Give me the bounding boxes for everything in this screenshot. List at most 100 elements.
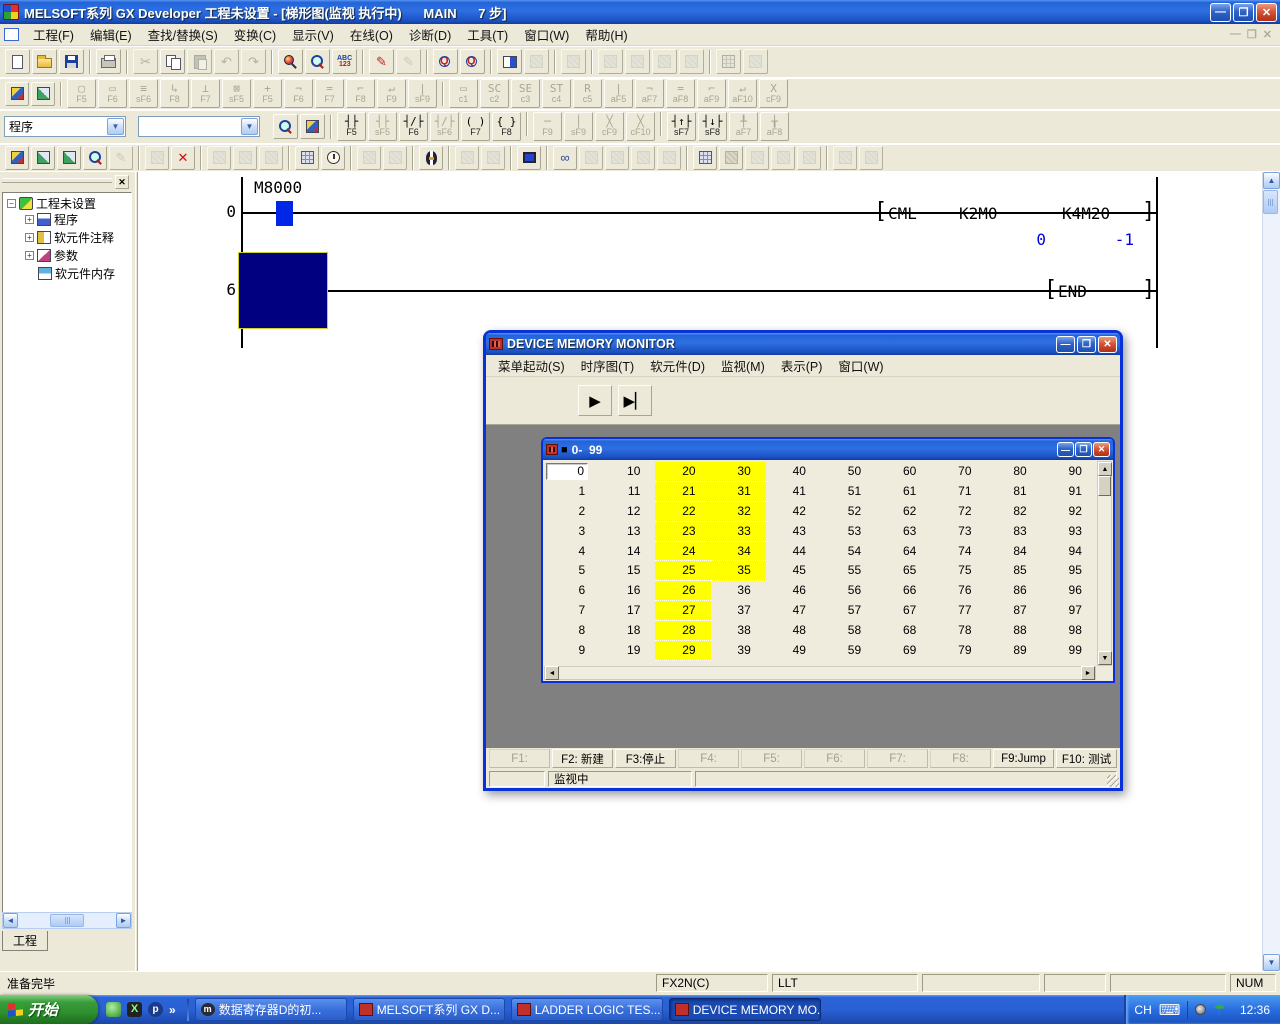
device-cell-75[interactable]: 75 [931, 561, 986, 581]
taskbar-item-1[interactable]: MELSOFT系列 GX D... [353, 998, 505, 1021]
open-contact-button[interactable]: ┤├F5 [337, 112, 366, 141]
volume-icon[interactable] [1195, 1004, 1206, 1015]
scroll-right-icon[interactable]: ► [116, 913, 131, 928]
device-cell-96[interactable]: 96 [1042, 581, 1097, 601]
device-cell-40[interactable]: 40 [766, 462, 821, 482]
transfer-setup-button[interactable] [497, 49, 522, 74]
device-cell-64[interactable]: 64 [876, 542, 931, 562]
device-cell-27[interactable]: 27 [655, 601, 710, 621]
device-range-titlebar[interactable]: ■ 0- 99 ― ❐ ✕ [543, 439, 1113, 460]
restore-button[interactable]: ❐ [1233, 3, 1254, 22]
device-cell-52[interactable]: 52 [821, 502, 876, 522]
device-cell-99[interactable]: 99 [1042, 641, 1097, 661]
device-cell-92[interactable]: 92 [1042, 502, 1097, 522]
contact-m8000-energized[interactable] [276, 201, 293, 226]
device-cell-49[interactable]: 49 [766, 641, 821, 661]
device-cell-62[interactable]: 62 [876, 502, 931, 522]
device-cell-71[interactable]: 71 [931, 482, 986, 502]
monitor-menu-item-2[interactable]: 软元件(D) [642, 354, 713, 377]
device-cell-26[interactable]: 26 [655, 581, 710, 601]
device-cell-59[interactable]: 59 [821, 641, 876, 661]
project-data-toggle-button[interactable] [273, 114, 298, 139]
keyboard-icon[interactable]: ⌨ [1159, 1001, 1181, 1019]
device-cell-8[interactable]: 8 [545, 621, 600, 641]
device-cell-20[interactable]: 20 [655, 462, 710, 482]
project-data-list-button[interactable] [5, 146, 29, 170]
device-cell-47[interactable]: 47 [766, 601, 821, 621]
device-cell-19[interactable]: 19 [600, 641, 655, 661]
menu-item-7[interactable]: 工具(T) [459, 23, 516, 46]
find-device-button[interactable] [278, 49, 303, 74]
device-cell-61[interactable]: 61 [876, 482, 931, 502]
device-cell-39[interactable]: 39 [711, 641, 766, 661]
scroll-down-icon[interactable]: ▼ [1098, 651, 1112, 665]
device-cell-70[interactable]: 70 [931, 462, 986, 482]
device-cell-79[interactable]: 79 [931, 641, 986, 661]
device-cell-12[interactable]: 12 [600, 502, 655, 522]
tree-item-2[interactable]: +参数 [3, 247, 131, 263]
copy-button[interactable] [160, 49, 185, 74]
menu-item-6[interactable]: 诊断(D) [401, 23, 459, 46]
device-cell-53[interactable]: 53 [821, 522, 876, 542]
rising-pulse-button[interactable]: ┤↑├sF7 [667, 112, 696, 141]
table-vertical-scrollbar[interactable]: ▲ ▼ [1097, 461, 1112, 666]
find-step-button[interactable] [83, 146, 107, 170]
editor-vertical-scrollbar[interactable]: ▲ ▼ [1262, 172, 1280, 971]
entry-ladder-monitor-button[interactable] [517, 146, 541, 170]
instruction-op[interactable]: CML [888, 204, 917, 223]
quick-launch-icon[interactable]: X [127, 1002, 142, 1017]
panel-grip[interactable] [2, 178, 112, 183]
delete-connect-line-button[interactable] [57, 146, 81, 170]
monitor-menu-item-3[interactable]: 监视(M) [713, 354, 773, 377]
zoom-instruction-list-button[interactable] [460, 49, 485, 74]
mdi-minimize-icon[interactable]: ― [1230, 28, 1241, 41]
device-cell-0[interactable]: 0 [545, 462, 600, 482]
device-cell-55[interactable]: 55 [821, 561, 876, 581]
scroll-up-icon[interactable]: ▲ [1263, 172, 1280, 189]
device-list-button[interactable] [719, 146, 743, 170]
menu-item-5[interactable]: 在线(O) [342, 23, 401, 46]
device-cell-18[interactable]: 18 [600, 621, 655, 641]
monitor-menu-item-5[interactable]: 窗口(W) [830, 354, 891, 377]
tree-root-item[interactable]: −工程未设置 [3, 193, 131, 209]
device-cell-5[interactable]: 5 [545, 561, 600, 581]
instruction-arg2[interactable]: K4M20 [1062, 204, 1110, 223]
device-cell-15[interactable]: 15 [600, 561, 655, 581]
write-connect-line-button[interactable] [31, 146, 55, 170]
device-cell-85[interactable]: 85 [987, 561, 1042, 581]
combo-dropdown-icon[interactable]: ▼ [241, 118, 258, 135]
ladder-cursor[interactable] [238, 252, 328, 329]
monitor-menu-item-1[interactable]: 时序图(T) [573, 354, 642, 377]
device-cell-31[interactable]: 31 [711, 482, 766, 502]
device-cell-73[interactable]: 73 [931, 522, 986, 542]
monitor-stop-button[interactable]: ✕ [171, 146, 195, 170]
device-cell-80[interactable]: 80 [987, 462, 1042, 482]
quick-launch-icon[interactable] [106, 1002, 121, 1017]
find-instruction-button[interactable] [305, 49, 330, 74]
ladder-block-list-button[interactable] [693, 146, 717, 170]
device-cell-51[interactable]: 51 [821, 482, 876, 502]
device-cell-68[interactable]: 68 [876, 621, 931, 641]
taskbar-item-3[interactable]: DEVICE MEMORY MO... [669, 998, 821, 1021]
device-cell-45[interactable]: 45 [766, 561, 821, 581]
device-cell-34[interactable]: 34 [711, 542, 766, 562]
device-cell-48[interactable]: 48 [766, 621, 821, 641]
device-cell-81[interactable]: 81 [987, 482, 1042, 502]
start-button[interactable]: 开始 [0, 995, 98, 1024]
device-cell-30[interactable]: 30 [711, 462, 766, 482]
selected-device-cell[interactable]: 0 [546, 463, 588, 480]
mdi-child-icon[interactable] [4, 28, 19, 41]
device-cell-63[interactable]: 63 [876, 522, 931, 542]
find-contact-coil-button[interactable]: ∞ [553, 146, 577, 170]
window-arrange-button[interactable] [5, 82, 29, 106]
device-cell-16[interactable]: 16 [600, 581, 655, 601]
device-cell-21[interactable]: 21 [655, 482, 710, 502]
taskbar-item-0[interactable]: m数据寄存器D的初... [195, 998, 347, 1021]
data-type-combo[interactable]: 程序 ▼ [4, 116, 126, 137]
child-minimize-button[interactable]: ― [1057, 442, 1074, 457]
device-cell-37[interactable]: 37 [711, 601, 766, 621]
device-cell-56[interactable]: 56 [821, 581, 876, 601]
scroll-left-icon[interactable]: ◄ [545, 666, 559, 680]
device-cell-58[interactable]: 58 [821, 621, 876, 641]
device-cell-36[interactable]: 36 [711, 581, 766, 601]
